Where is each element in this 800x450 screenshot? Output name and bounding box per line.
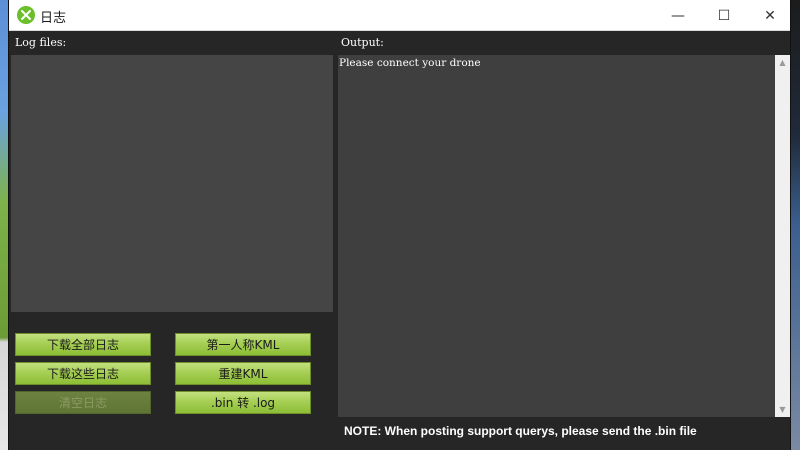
title-bar[interactable]: 日志 — ☐ ✕	[9, 0, 790, 31]
output-textarea[interactable]: Please connect your drone ▲ ▼	[338, 55, 790, 417]
maximize-icon: ☐	[717, 7, 731, 24]
desktop-background-right	[790, 0, 800, 450]
rebuild-kml-button[interactable]: 重建KML	[175, 362, 311, 385]
close-icon: ✕	[764, 7, 776, 24]
scroll-down-icon[interactable]: ▼	[775, 402, 790, 417]
clear-logs-button[interactable]: 清空日志	[15, 391, 151, 414]
first-person-kml-button[interactable]: 第一人称KML	[175, 333, 311, 356]
app-logo-icon	[17, 6, 35, 24]
minimize-icon: —	[671, 7, 685, 24]
maximize-button[interactable]: ☐	[701, 0, 747, 31]
minimize-button[interactable]: —	[655, 0, 701, 31]
bin-to-log-button[interactable]: .bin 转 .log	[175, 391, 311, 414]
window-title: 日志	[40, 11, 67, 26]
support-note: NOTE: When posting support querys, pleas…	[344, 424, 697, 438]
close-button[interactable]: ✕	[747, 0, 793, 31]
log-files-label: Log files:	[15, 36, 67, 49]
download-these-logs-button[interactable]: 下载这些日志	[15, 362, 151, 385]
download-all-logs-button[interactable]: 下载全部日志	[15, 333, 151, 356]
scroll-up-icon[interactable]: ▲	[775, 55, 790, 70]
output-scrollbar[interactable]: ▲ ▼	[775, 55, 790, 417]
output-label: Output:	[341, 36, 384, 49]
log-files-list[interactable]	[11, 55, 333, 312]
log-window: 日志 — ☐ ✕ Log files: Output: Please conne…	[8, 0, 791, 450]
output-message: Please connect your drone	[339, 57, 481, 69]
